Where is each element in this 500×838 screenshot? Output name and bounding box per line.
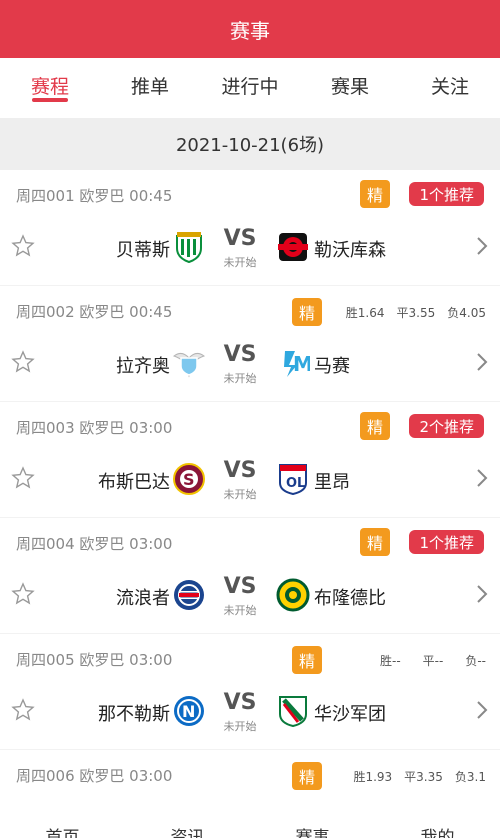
vs-label: VS	[223, 574, 257, 599]
jing-badge: 精	[292, 646, 322, 674]
legia-logo-icon	[279, 696, 307, 728]
vs-label: VS	[223, 458, 257, 483]
top-bar: 赛事	[0, 0, 500, 58]
match-item[interactable]: 周四005 欧罗巴 03:00 精 胜-- 平-- 负-- 那不勒斯 N VS …	[0, 634, 500, 750]
star-icon[interactable]	[11, 582, 35, 606]
vs-label: VS	[223, 690, 257, 715]
vs-label: VS	[223, 226, 257, 251]
away-team-name: 勒沃库森	[314, 240, 386, 261]
match-meta: 周四001 欧罗巴 00:45	[16, 187, 173, 205]
lyon-logo-icon: OL	[279, 464, 307, 496]
odds-draw: 平3.35	[404, 770, 443, 784]
sparta-logo-icon: S	[173, 463, 205, 495]
vs-label: VS	[223, 342, 257, 367]
home-team-name: 拉齐奥	[116, 356, 170, 377]
match-meta: 周四003 欧罗巴 03:00	[16, 419, 173, 437]
tab-follow[interactable]: 关注	[400, 58, 500, 118]
chevron-right-icon[interactable]	[476, 352, 488, 372]
match-item[interactable]: 周四003 欧罗巴 03:00 精 2个推荐 布斯巴达 S VS 未开始 OL …	[0, 402, 500, 518]
jing-badge: 精	[292, 762, 322, 790]
odds-win: 胜1.93	[353, 770, 393, 784]
odds-row: 胜-- 平-- 负--	[380, 652, 486, 669]
brondby-logo-icon	[276, 578, 310, 612]
odds-win: 胜--	[379, 654, 401, 668]
chevron-right-icon[interactable]	[476, 584, 488, 604]
home-team-name: 流浪者	[116, 588, 170, 609]
tab-schedule[interactable]: 赛程	[0, 58, 100, 118]
date-header[interactable]: 2021-10-21(6场)	[0, 118, 500, 170]
match-status: 未开始	[223, 488, 257, 501]
chevron-right-icon[interactable]	[476, 236, 488, 256]
match-item[interactable]: 周四002 欧罗巴 00:45 精 胜1.64 平3.55 负4.05 拉齐奥 …	[0, 286, 500, 402]
nav-mine[interactable]: 我的	[375, 818, 500, 838]
chevron-right-icon[interactable]	[476, 468, 488, 488]
match-item[interactable]: 周四004 欧罗巴 03:00 精 1个推荐 流浪者 VS 未开始 布隆德比	[0, 518, 500, 634]
odds-row: 胜1.93 平3.35 负3.1	[353, 768, 486, 785]
star-icon[interactable]	[11, 466, 35, 490]
match-item[interactable]: 周四006 欧罗巴 03:00 精 胜1.93 平3.35 负3.1	[0, 750, 500, 810]
marseille-logo-icon: M	[284, 351, 310, 377]
jing-badge: 精	[360, 180, 390, 208]
match-list: 周四001 欧罗巴 00:45 精 1个推荐 贝蒂斯 VS 未开始 勒沃库森 周…	[0, 170, 500, 810]
chevron-right-icon[interactable]	[476, 700, 488, 720]
home-team-name: 贝蒂斯	[116, 240, 170, 261]
rangers-logo-icon	[174, 580, 204, 610]
page-title: 赛事	[230, 18, 270, 43]
svg-text:OL: OL	[286, 476, 305, 491]
tab-bar: 赛程 推单 进行中 赛果 关注	[0, 58, 500, 118]
star-icon[interactable]	[11, 234, 35, 258]
match-status: 未开始	[223, 720, 257, 733]
star-icon[interactable]	[11, 350, 35, 374]
betis-logo-icon	[176, 232, 202, 264]
tab-tips[interactable]: 推单	[100, 58, 200, 118]
date-label: 2021-10-21(6场)	[175, 135, 325, 156]
nav-home[interactable]: 首页	[0, 818, 125, 838]
recommend-badge[interactable]: 1个推荐	[409, 182, 484, 206]
match-meta: 周四002 欧罗巴 00:45	[16, 303, 173, 321]
home-team-name: 那不勒斯	[98, 704, 170, 725]
svg-text:M: M	[293, 352, 310, 376]
jing-badge: 精	[360, 528, 390, 556]
odds-lose: 负--	[465, 654, 486, 668]
odds-draw: 平--	[422, 654, 444, 668]
match-meta: 周四005 欧罗巴 03:00	[16, 651, 173, 669]
odds-row: 胜1.64 平3.55 负4.05	[346, 304, 486, 321]
away-team-name: 里昂	[314, 472, 350, 493]
svg-text:N: N	[182, 702, 195, 721]
match-item[interactable]: 周四001 欧罗巴 00:45 精 1个推荐 贝蒂斯 VS 未开始 勒沃库森	[0, 170, 500, 286]
nav-events[interactable]: 赛事	[250, 818, 375, 838]
tab-live[interactable]: 进行中	[200, 58, 300, 118]
match-meta: 周四006 欧罗巴 03:00	[16, 767, 173, 785]
bottom-nav: 首页 资讯 赛事 我的	[0, 818, 500, 838]
match-status: 未开始	[223, 604, 257, 617]
jing-badge: 精	[292, 298, 322, 326]
recommend-badge[interactable]: 2个推荐	[409, 414, 484, 438]
lazio-logo-icon	[172, 352, 206, 378]
svg-text:S: S	[183, 470, 195, 489]
odds-draw: 平3.55	[396, 306, 436, 320]
leverkusen-logo-icon	[278, 233, 308, 261]
odds-lose: 负3.1	[454, 770, 486, 784]
recommend-badge[interactable]: 1个推荐	[409, 530, 484, 554]
odds-win: 胜1.64	[345, 306, 385, 320]
odds-lose: 负4.05	[447, 306, 486, 320]
tab-results[interactable]: 赛果	[300, 58, 400, 118]
match-status: 未开始	[223, 372, 257, 385]
match-status: 未开始	[223, 256, 257, 269]
match-meta: 周四004 欧罗巴 03:00	[16, 535, 173, 553]
star-icon[interactable]	[11, 698, 35, 722]
away-team-name: 华沙军团	[314, 704, 386, 725]
nav-news[interactable]: 资讯	[125, 818, 250, 838]
away-team-name: 布隆德比	[314, 588, 386, 609]
home-team-name: 布斯巴达	[98, 472, 170, 493]
away-team-name: 马赛	[314, 356, 350, 377]
napoli-logo-icon: N	[174, 696, 204, 726]
jing-badge: 精	[360, 412, 390, 440]
